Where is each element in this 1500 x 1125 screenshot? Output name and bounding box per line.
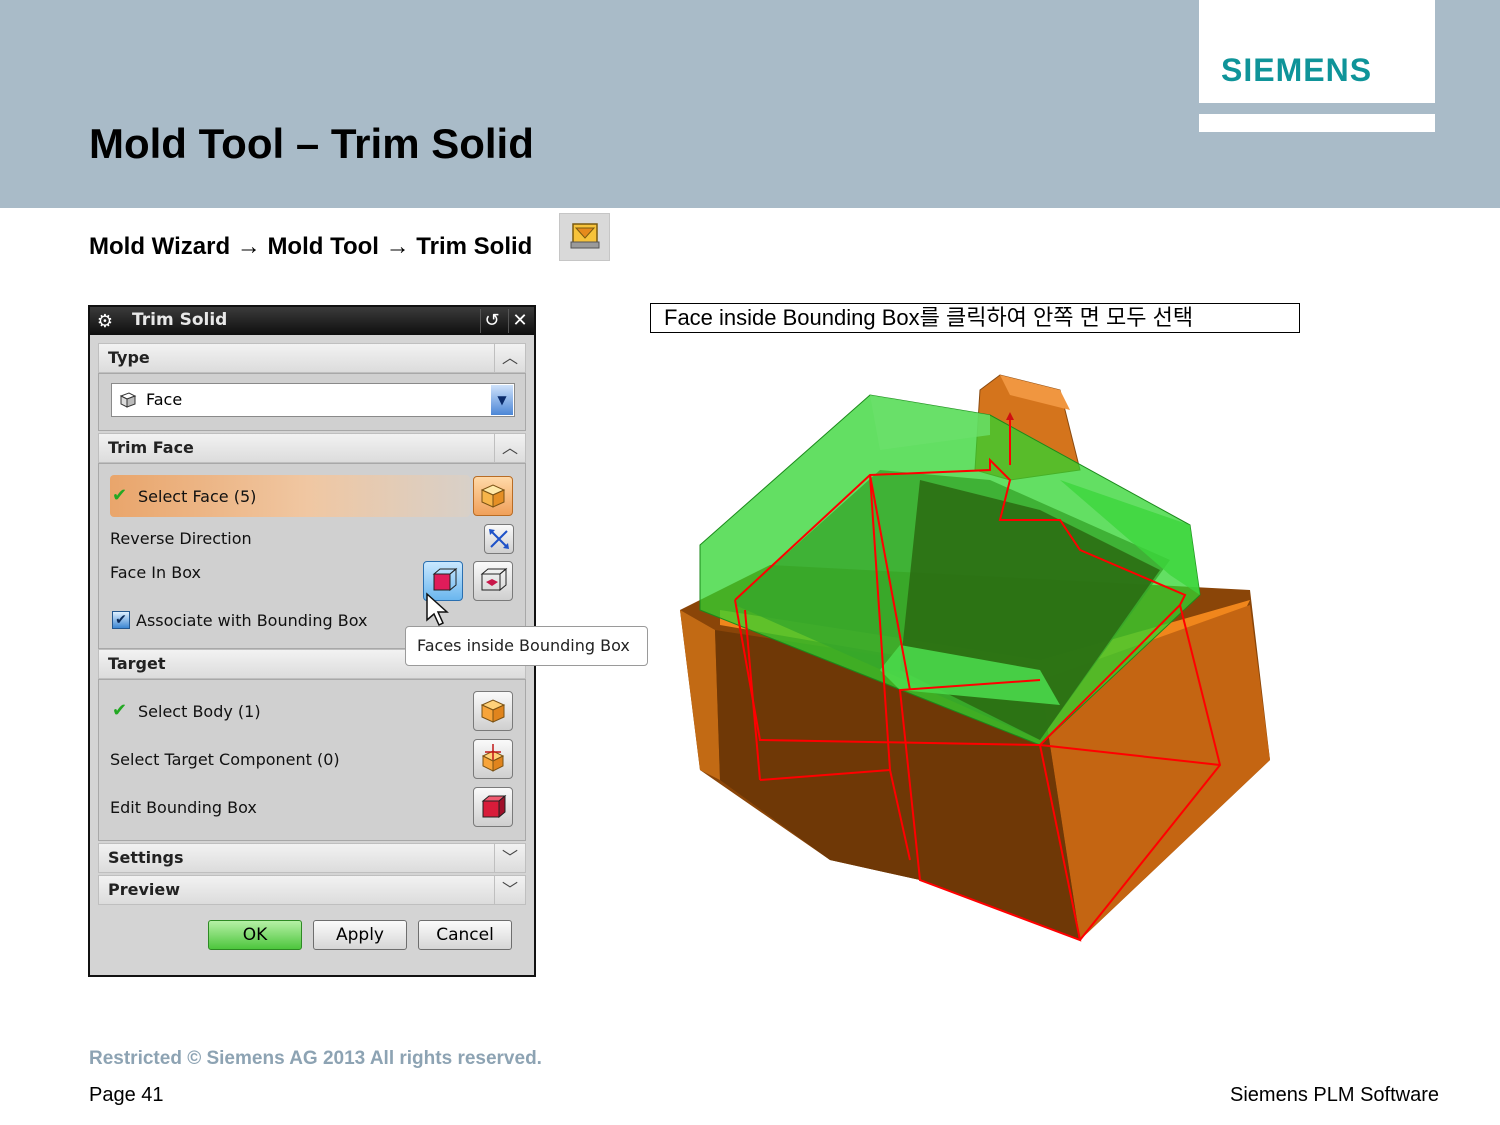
settings-label: Settings (108, 848, 184, 867)
select-face-button[interactable] (473, 476, 513, 516)
target-section-label: Target (108, 654, 166, 673)
cube-icon (480, 484, 506, 508)
bounding-box-icon (481, 794, 507, 819)
associate-checkbox[interactable]: ✔ (112, 611, 130, 629)
type-section-label: Type (108, 348, 150, 367)
associate-label: Associate with Bounding Box (136, 611, 368, 630)
slide-title: Mold Tool – Trim Solid (89, 120, 534, 167)
preview-section-header[interactable]: Preview ﹀ (98, 875, 526, 905)
preview-label: Preview (108, 880, 181, 899)
page-number: Page 41 (89, 1084, 164, 1106)
trim-solid-icon (559, 213, 610, 261)
component-icon (481, 744, 505, 772)
edit-bounding-box-button[interactable] (473, 787, 513, 827)
dialog-title: Trim Solid (132, 310, 228, 330)
breadcrumb: Mold Wizard → Mold Tool → Trim Solid (89, 233, 533, 260)
body-cube-icon (480, 699, 506, 723)
ok-button[interactable]: OK (208, 920, 302, 950)
siemens-logo: SIEMENS (1221, 52, 1373, 88)
select-body-label: Select Body (1) (138, 702, 261, 721)
gear-icon[interactable]: ⚙ (94, 311, 116, 333)
logo-strip (1199, 114, 1435, 132)
check-icon: ✔ (112, 485, 128, 506)
chevron-down-icon[interactable]: ﹀ (494, 844, 525, 872)
settings-section-header[interactable]: Settings ﹀ (98, 843, 526, 873)
select-target-component-label: Select Target Component (0) (110, 750, 340, 769)
select-face-label: Select Face (5) (138, 487, 257, 506)
check-icon: ✔ (112, 700, 128, 721)
face-out-box-icon (480, 567, 508, 592)
tooltip: Faces inside Bounding Box (405, 626, 648, 666)
face-type-icon (119, 392, 137, 408)
chevron-up-icon[interactable]: ︿ (494, 344, 525, 372)
face-in-box-label: Face In Box (110, 563, 201, 582)
type-dropdown-value: Face (146, 390, 183, 409)
reset-icon[interactable]: ↺ (480, 309, 503, 333)
chevron-down-icon[interactable]: ▼ (491, 385, 513, 415)
edit-bounding-box-label: Edit Bounding Box (110, 798, 257, 817)
caption: Face inside Bounding Box를 클릭하여 안쪽 면 모두 선… (650, 303, 1300, 333)
apply-button[interactable]: Apply (313, 920, 407, 950)
cancel-button[interactable]: Cancel (418, 920, 512, 950)
footer-restricted: Restricted © Siemens AG 2013 All rights … (89, 1048, 542, 1069)
trim-face-section-header[interactable]: Trim Face ︿ (98, 433, 526, 463)
type-dropdown[interactable]: Face ▼ (111, 383, 515, 417)
close-icon[interactable]: ✕ (508, 309, 531, 333)
footer-company: Siemens PLM Software (1230, 1084, 1439, 1106)
select-target-component-button[interactable] (473, 739, 513, 779)
reverse-direction-button[interactable] (484, 524, 514, 554)
dialog-titlebar: ⚙ Trim Solid ↺ ✕ (90, 307, 534, 335)
faces-outside-box-button[interactable] (473, 561, 513, 601)
mold-model-illustration (680, 374, 1270, 942)
reverse-direction-icon (489, 529, 509, 549)
type-section-header[interactable]: Type ︿ (98, 343, 526, 373)
reverse-direction-label: Reverse Direction (110, 529, 252, 548)
chevron-up-icon[interactable]: ︿ (494, 434, 525, 462)
chevron-down-icon[interactable]: ﹀ (494, 876, 525, 904)
trim-face-section-label: Trim Face (108, 438, 194, 457)
select-body-button[interactable] (473, 691, 513, 731)
mouse-cursor-icon (426, 592, 449, 627)
